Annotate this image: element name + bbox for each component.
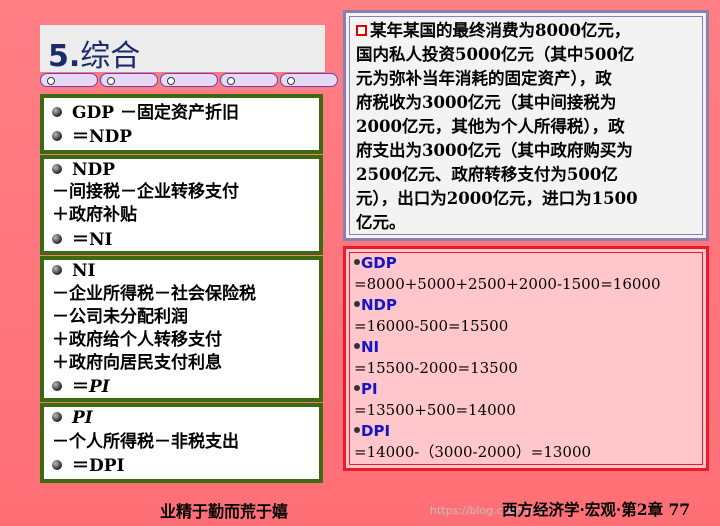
formula-line: PI bbox=[52, 407, 93, 429]
bullet-icon bbox=[52, 264, 62, 275]
bullet-icon bbox=[354, 343, 360, 349]
bullet-icon bbox=[52, 459, 62, 470]
formula-box-gdp: GDP －固定资产折旧 ＝NDP bbox=[40, 94, 323, 154]
bullet-icon bbox=[52, 411, 62, 422]
formula-line: －企业所得税－社会保险税 bbox=[52, 284, 256, 304]
problem-line: 某年某国的最终消费为8000亿元， bbox=[356, 19, 696, 43]
solution-label: DPI bbox=[354, 421, 390, 442]
solution-label: NI bbox=[354, 337, 379, 358]
formula-line: GDP －固定资产折旧 bbox=[52, 102, 239, 124]
title-box: 5.综合 bbox=[40, 25, 325, 74]
bullet-icon bbox=[52, 380, 62, 391]
formula-box-ndp: NDP －间接税－企业转移支付 ＋政府补贴 ＝NI bbox=[40, 155, 323, 255]
oval-decoration bbox=[280, 73, 338, 87]
formula-line: ＝DPI bbox=[52, 455, 124, 477]
footer-motto: 业精于勤而荒于嬉 bbox=[160, 502, 289, 521]
formula-line: ＝NI bbox=[52, 229, 113, 251]
bullet-icon bbox=[354, 427, 360, 433]
bullet-icon bbox=[354, 301, 360, 307]
solution-formula: =14000-（3000-2000）=13000 bbox=[354, 443, 592, 461]
square-bullet-icon bbox=[356, 25, 367, 36]
formula-box-pi: PI －个人所得税－非税支出 ＝DPI bbox=[40, 403, 323, 483]
problem-line: 2500亿元、政府转移支付为500亿 bbox=[356, 165, 618, 184]
formula-line: ＋政府补贴 bbox=[52, 205, 137, 225]
oval-decoration bbox=[40, 73, 98, 87]
formula-line: ＋政府给个人转移支付 bbox=[52, 330, 222, 350]
problem-line: 国内私人投资5000亿元（其中500亿 bbox=[356, 45, 635, 64]
solution-formula: =13500+500=14000 bbox=[354, 401, 516, 419]
formula-line: ＋政府向居民支付利息 bbox=[52, 353, 222, 373]
formula-box-ni: NI －企业所得税－社会保险税 －公司未分配利润 ＋政府给个人转移支付 ＋政府向… bbox=[40, 256, 323, 402]
problem-line: 亿元。 bbox=[356, 213, 406, 232]
bullet-icon bbox=[52, 233, 62, 244]
solution-formula: =16000-500=15500 bbox=[354, 317, 509, 335]
formula-line: NI bbox=[52, 260, 96, 282]
bullet-icon bbox=[52, 163, 62, 174]
bullet-icon bbox=[52, 130, 62, 141]
formula-line: －间接税－企业转移支付 bbox=[52, 182, 239, 202]
solution-label: PI bbox=[354, 379, 378, 400]
problem-line: 2000亿元，其他为个人所得税），政 bbox=[356, 117, 625, 136]
decorative-oval-strip bbox=[40, 71, 340, 89]
footer-course-info: 西方经济学·宏观·第2章 77 bbox=[502, 500, 691, 519]
bullet-icon bbox=[354, 259, 360, 265]
problem-text: 某年某国的最终消费为8000亿元， 国内私人投资5000亿元（其中500亿 元为… bbox=[356, 19, 696, 235]
problem-line: 府支出为3000亿元（其中政府购买为 bbox=[356, 141, 633, 160]
oval-decoration bbox=[160, 73, 218, 87]
formula-line: ＝NDP bbox=[52, 126, 132, 148]
solution-formula: =8000+5000+2500+2000-1500=16000 bbox=[354, 275, 661, 293]
bullet-icon bbox=[52, 106, 62, 117]
problem-line: 府税收为3000亿元（其中间接税为 bbox=[356, 93, 617, 112]
bullet-icon bbox=[354, 385, 360, 391]
solution-box: GDP =8000+5000+2500+2000-1500=16000 NDP … bbox=[343, 246, 709, 471]
oval-decoration bbox=[100, 73, 158, 87]
formula-line: －公司未分配利润 bbox=[52, 307, 188, 327]
formula-line: ＝PI bbox=[52, 376, 110, 398]
formula-line: NDP bbox=[52, 159, 115, 181]
problem-line: 元），出口为2000亿元，进口为1500 bbox=[356, 189, 638, 208]
solution-label: GDP bbox=[354, 253, 397, 274]
problem-line: 元为弥补当年消耗的固定资产），政 bbox=[356, 69, 612, 88]
solution-formula: =15500-2000=13500 bbox=[354, 359, 518, 377]
formula-line: －个人所得税－非税支出 bbox=[52, 432, 239, 452]
solution-label: NDP bbox=[354, 295, 397, 316]
oval-decoration bbox=[220, 73, 278, 87]
page-title: 5.综合 bbox=[48, 39, 141, 74]
problem-box: 某年某国的最终消费为8000亿元， 国内私人投资5000亿元（其中500亿 元为… bbox=[343, 10, 709, 241]
